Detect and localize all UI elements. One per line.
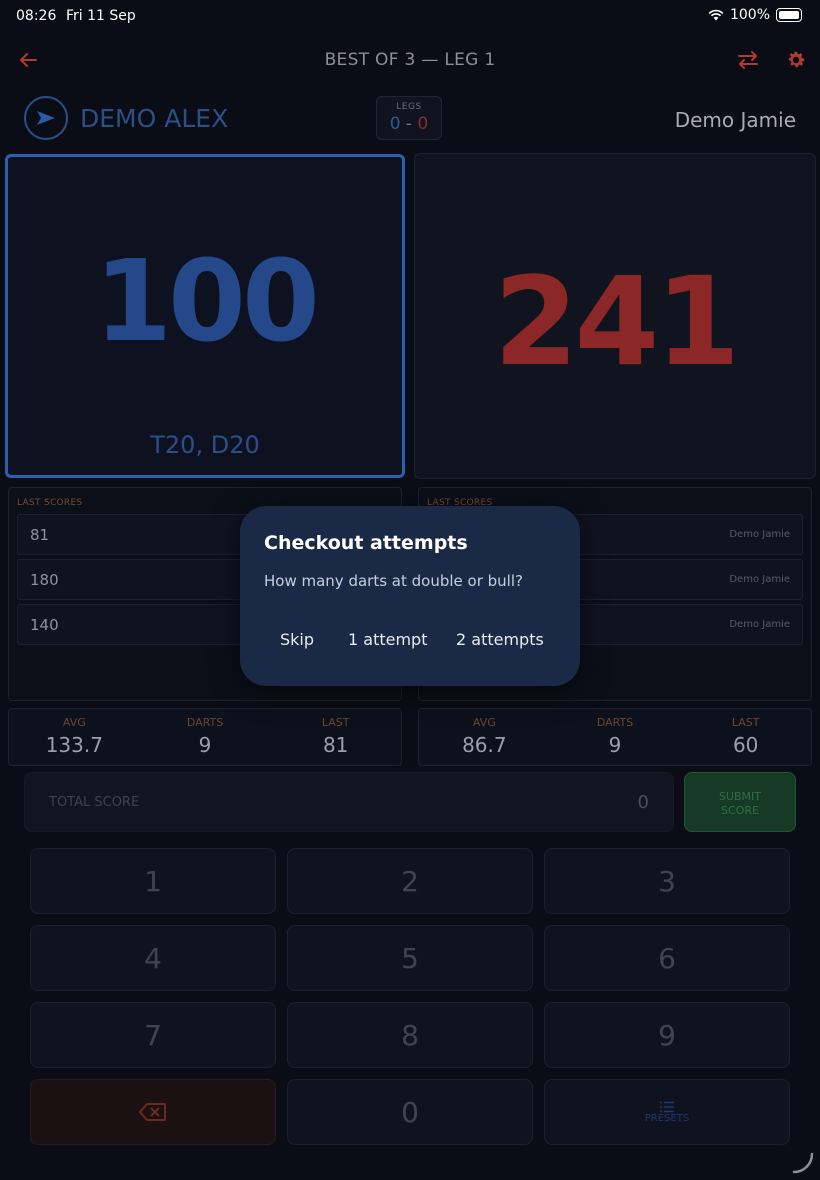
stat-label: AVG xyxy=(62,716,86,729)
key-7[interactable]: 7 xyxy=(30,1002,276,1068)
key-2[interactable]: 2 xyxy=(287,848,533,914)
dialog-title: Checkout attempts xyxy=(264,532,468,554)
checkout-attempts-dialog: Checkout attempts How many darts at doub… xyxy=(240,506,580,686)
key-4[interactable]: 4 xyxy=(30,925,276,991)
backspace-icon xyxy=(139,1103,166,1121)
player-left-name: DEMO ALEX xyxy=(80,104,229,133)
key-6[interactable]: 6 xyxy=(544,925,790,991)
dart-avatar xyxy=(24,96,68,140)
backspace-button[interactable] xyxy=(30,1079,276,1145)
stats-left: AVG 133.7 DARTS 9 LAST 81 xyxy=(8,708,402,766)
total-score-input[interactable]: TOTAL SCORE 0 xyxy=(24,772,674,832)
page-title: BEST OF 3 — LEG 1 xyxy=(324,50,496,70)
key-8[interactable]: 8 xyxy=(287,1002,533,1068)
skip-button[interactable]: Skip xyxy=(280,630,314,649)
swap-icon[interactable] xyxy=(734,46,762,74)
two-attempts-button[interactable]: 2 attempts xyxy=(456,630,544,649)
last-scores-title: LAST SCORES xyxy=(17,498,83,508)
dart-icon xyxy=(37,111,55,125)
list-icon xyxy=(660,1101,674,1112)
presets-label: PRESETS xyxy=(644,1112,690,1124)
total-score-placeholder: TOTAL SCORE xyxy=(49,795,140,810)
stat-value: 133.7 xyxy=(45,733,103,757)
stat-last: LAST 81 xyxy=(270,709,401,765)
status-indicators: 100% xyxy=(708,7,802,23)
stat-label: LAST xyxy=(321,716,350,729)
battery-percent: 100% xyxy=(729,7,770,23)
stat-value: 60 xyxy=(732,733,759,757)
legs-left: 0 xyxy=(389,114,401,134)
last-score-player: Demo Jamie xyxy=(729,529,790,540)
presets-button[interactable]: PRESETS xyxy=(544,1079,790,1145)
stat-value: 86.7 xyxy=(462,733,507,757)
key-3[interactable]: 3 xyxy=(544,848,790,914)
stat-label: DARTS xyxy=(186,716,224,729)
player-right-name: Demo Jamie xyxy=(674,108,796,132)
stat-darts: DARTS 9 xyxy=(550,709,681,765)
stats-right: AVG 86.7 DARTS 9 LAST 60 xyxy=(418,708,812,766)
submit-label-line1: SUBMIT xyxy=(718,790,762,803)
last-score-value: 81 xyxy=(30,526,50,544)
last-score-player: Demo Jamie xyxy=(729,619,790,630)
stat-darts: DARTS 9 xyxy=(140,709,271,765)
stat-label: AVG xyxy=(472,716,496,729)
total-score-value: 0 xyxy=(637,792,649,813)
dialog-message: How many darts at double or bull? xyxy=(264,572,523,590)
battery-icon xyxy=(776,8,802,22)
stat-value: 9 xyxy=(608,733,622,757)
score-panel-left: 100 T20, D20 xyxy=(5,154,405,478)
key-5[interactable]: 5 xyxy=(287,925,533,991)
legs-right: 0 xyxy=(417,114,429,134)
status-date: Fri 11 Sep xyxy=(66,8,136,24)
legs-score: 0 - 0 xyxy=(377,114,441,134)
checkout-hint: T20, D20 xyxy=(150,431,260,459)
stat-label: DARTS xyxy=(596,716,634,729)
score-remaining-left: 100 xyxy=(94,237,320,367)
key-9[interactable]: 9 xyxy=(544,1002,790,1068)
stat-avg: AVG 133.7 xyxy=(9,709,140,765)
legs-counter: LEGS 0 - 0 xyxy=(376,96,442,140)
stat-value: 9 xyxy=(198,733,212,757)
status-time: 08:26 xyxy=(16,8,57,24)
stat-label: LAST xyxy=(731,716,760,729)
key-1[interactable]: 1 xyxy=(30,848,276,914)
submit-label-line2: SCORE xyxy=(721,804,759,817)
stat-avg: AVG 86.7 xyxy=(419,709,550,765)
last-score-player: Demo Jamie xyxy=(729,574,790,585)
legs-label: LEGS xyxy=(396,102,422,112)
stat-last: LAST 60 xyxy=(680,709,811,765)
last-score-value: 180 xyxy=(30,571,59,589)
last-score-value: 140 xyxy=(30,616,59,634)
wifi-icon xyxy=(708,9,724,21)
gear-icon[interactable] xyxy=(782,46,810,74)
resize-handle-icon xyxy=(792,1152,814,1174)
key-0[interactable]: 0 xyxy=(287,1079,533,1145)
legs-separator: - xyxy=(405,114,413,134)
score-panel-right: 241 xyxy=(414,153,816,479)
stat-value: 81 xyxy=(322,733,349,757)
one-attempt-button[interactable]: 1 attempt xyxy=(348,630,427,649)
submit-score-button[interactable]: SUBMIT SCORE xyxy=(684,772,796,832)
score-remaining-right: 241 xyxy=(493,251,741,393)
